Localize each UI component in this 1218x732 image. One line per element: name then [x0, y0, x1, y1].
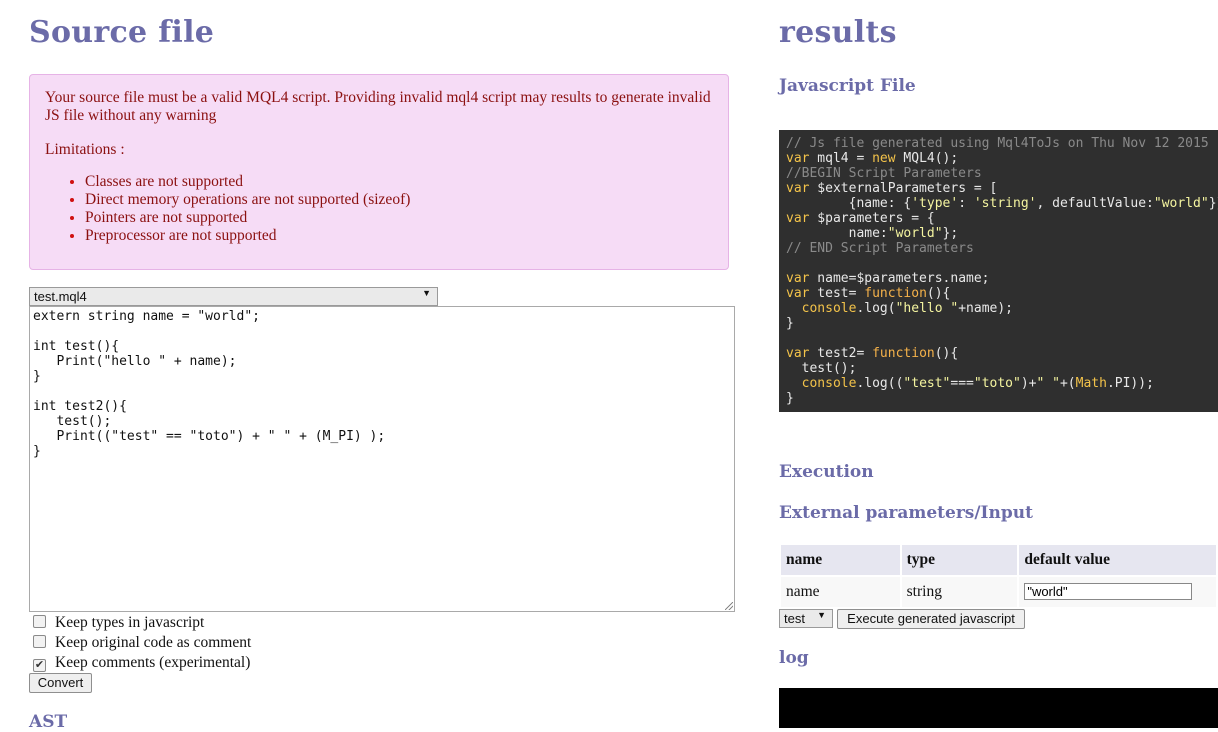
log-heading: log — [779, 648, 809, 668]
option-keep-types[interactable]: Keep types in javascript — [33, 614, 204, 632]
params-table: name type default value name string — [779, 543, 1218, 609]
source-code-editor[interactable]: extern string name = "world"; int test()… — [29, 306, 735, 612]
param-value-input[interactable] — [1024, 583, 1193, 600]
column-header: default value — [1019, 545, 1216, 575]
limitations-list: Classes are not supported Direct memory … — [45, 173, 713, 245]
file-select-value: test.mql4 — [34, 289, 87, 304]
execution-heading: Execution — [779, 462, 874, 482]
log-output — [779, 688, 1218, 728]
option-label: Keep comments (experimental) — [55, 654, 251, 671]
function-select[interactable]: test ▼ — [779, 609, 833, 628]
column-header: name — [781, 545, 900, 575]
column-header: type — [901, 545, 1018, 575]
external-params-heading: External parameters/Input — [779, 503, 1033, 523]
table-header-row: name type default value — [781, 545, 1216, 575]
convert-button[interactable]: Convert — [29, 673, 92, 693]
param-type: string — [901, 577, 1018, 607]
limitations-label: Limitations : — [45, 141, 125, 158]
results-heading: results — [779, 15, 897, 50]
file-select[interactable]: test.mql4 ▼ — [29, 287, 438, 306]
limitation-item: Classes are not supported — [85, 173, 713, 191]
notice-text: Your source file must be a valid MQL4 sc… — [45, 89, 711, 124]
ast-heading: AST — [29, 712, 68, 732]
keep-types-checkbox[interactable] — [33, 615, 46, 628]
limitation-item: Pointers are not supported — [85, 209, 713, 227]
option-keep-original[interactable]: Keep original code as comment — [33, 634, 251, 652]
param-value-cell — [1019, 577, 1216, 607]
warning-notice: Your source file must be a valid MQL4 sc… — [29, 74, 729, 270]
execute-button[interactable]: Execute generated javascript — [837, 609, 1025, 629]
javascript-file-heading: Javascript File — [779, 76, 916, 96]
limitation-item: Preprocessor are not supported — [85, 227, 713, 245]
keep-comments-checkbox[interactable]: ✔ — [33, 659, 46, 672]
dropdown-arrow-icon: ▼ — [422, 288, 431, 298]
function-select-value: test — [784, 611, 805, 626]
option-keep-comments[interactable]: ✔ Keep comments (experimental) — [33, 654, 250, 672]
dropdown-arrow-icon: ▼ — [817, 610, 826, 620]
keep-original-checkbox[interactable] — [33, 635, 46, 648]
generated-javascript: // Js file generated using Mql4ToJs on T… — [779, 130, 1218, 412]
table-row: name string — [781, 577, 1216, 607]
source-file-heading: Source file — [29, 15, 215, 50]
resize-handle-icon[interactable] — [725, 602, 733, 610]
option-label: Keep original code as comment — [55, 634, 252, 651]
param-name: name — [781, 577, 900, 607]
limitation-item: Direct memory operations are not support… — [85, 191, 713, 209]
option-label: Keep types in javascript — [55, 614, 205, 631]
